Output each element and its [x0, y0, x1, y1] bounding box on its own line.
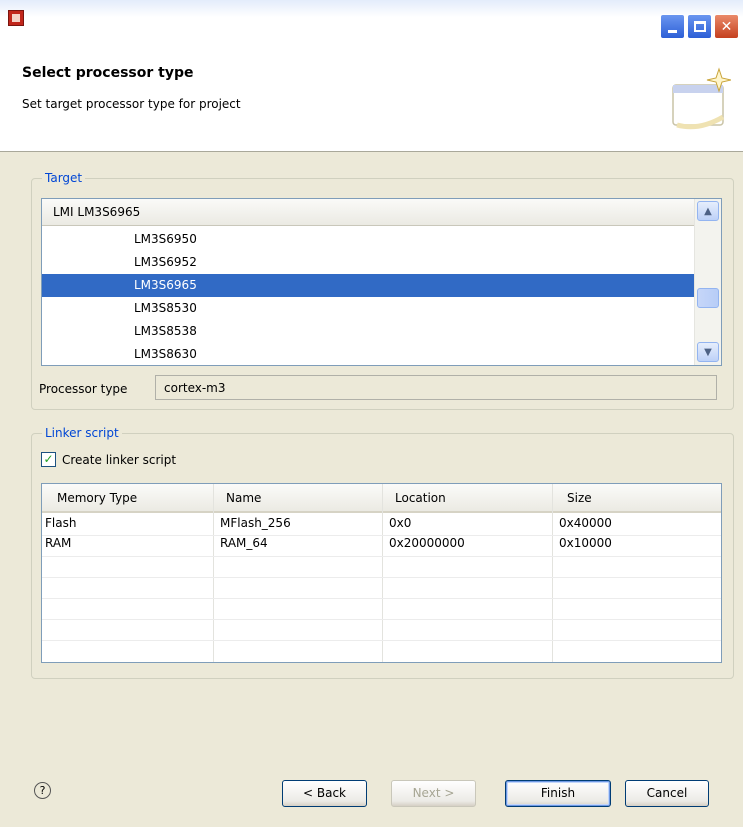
create-linker-script-label: Create linker script — [62, 452, 177, 467]
close-button[interactable]: ✕ — [714, 14, 739, 39]
page-title: Select processor type — [22, 65, 194, 81]
list-item[interactable]: LM3S8530 — [42, 297, 695, 320]
linker-script-group-label: Linker script — [42, 426, 122, 440]
close-icon: ✕ — [720, 18, 733, 35]
cell-memory-type: Flash — [45, 516, 77, 530]
scroll-up-button[interactable]: ▲ — [697, 201, 719, 221]
finish-button[interactable]: Finish — [505, 780, 611, 807]
column-header-location[interactable]: Location — [395, 491, 446, 505]
minimize-button[interactable] — [660, 14, 685, 39]
help-icon[interactable]: ? — [34, 782, 51, 799]
list-item[interactable]: LM3S6952 — [42, 251, 695, 274]
cancel-button[interactable]: Cancel — [625, 780, 709, 807]
cell-location: 0x0 — [389, 516, 412, 530]
column-gridline — [213, 484, 214, 662]
list-item[interactable]: LM3S6950 — [42, 228, 695, 251]
column-gridline — [382, 484, 383, 662]
processor-list[interactable]: LMI LM3S6965 LM3S6950 LM3S6952 LM3S6965 … — [41, 198, 722, 366]
processor-type-label: Processor type — [39, 382, 128, 396]
cell-name: MFlash_256 — [220, 516, 291, 530]
row-gridline — [42, 577, 721, 578]
maximize-button[interactable] — [687, 14, 712, 39]
processor-type-field: cortex-m3 — [155, 375, 717, 400]
wizard-banner-icon — [672, 67, 731, 130]
chevron-up-icon: ▲ — [704, 205, 712, 217]
cell-size: 0x40000 — [559, 516, 612, 530]
memory-table[interactable]: Memory Type Name Location Size Flash MFl… — [41, 483, 722, 663]
cell-location: 0x20000000 — [389, 536, 465, 550]
list-category-header[interactable]: LMI LM3S6965 — [42, 199, 695, 226]
column-header-name[interactable]: Name — [226, 491, 261, 505]
create-linker-script-checkbox[interactable]: ✓ — [41, 452, 56, 467]
window-controls: ✕ — [660, 14, 739, 39]
list-item[interactable]: LM3S8538 — [42, 320, 695, 343]
cell-size: 0x10000 — [559, 536, 612, 550]
create-linker-script-option[interactable]: ✓ Create linker script — [41, 452, 176, 467]
row-gridline — [42, 598, 721, 599]
cell-name: RAM_64 — [220, 536, 268, 550]
row-gridline — [42, 640, 721, 641]
row-gridline — [42, 619, 721, 620]
row-gridline — [42, 535, 721, 536]
scroll-down-button[interactable]: ▼ — [697, 342, 719, 362]
column-header-size[interactable]: Size — [567, 491, 592, 505]
list-item[interactable]: LM3S8630 — [42, 343, 695, 365]
application-icon — [8, 10, 24, 26]
wizard-header: Select processor type Set target process… — [0, 57, 743, 152]
maximize-icon — [693, 21, 706, 32]
list-scrollbar[interactable]: ▲ ▼ — [694, 199, 721, 365]
row-gridline — [42, 556, 721, 557]
page-description: Set target processor type for project — [22, 97, 241, 111]
next-button[interactable]: Next > — [391, 780, 476, 807]
title-bar — [0, 0, 743, 57]
target-group-label: Target — [42, 171, 86, 185]
cell-memory-type: RAM — [45, 536, 72, 550]
chevron-down-icon: ▼ — [704, 346, 712, 358]
column-header-memory-type[interactable]: Memory Type — [57, 491, 137, 505]
scroll-thumb[interactable] — [697, 288, 719, 308]
back-button[interactable]: < Back — [282, 780, 367, 807]
list-item-selected[interactable]: LM3S6965 — [42, 274, 695, 297]
column-gridline — [552, 484, 553, 662]
minimize-icon — [668, 30, 677, 33]
